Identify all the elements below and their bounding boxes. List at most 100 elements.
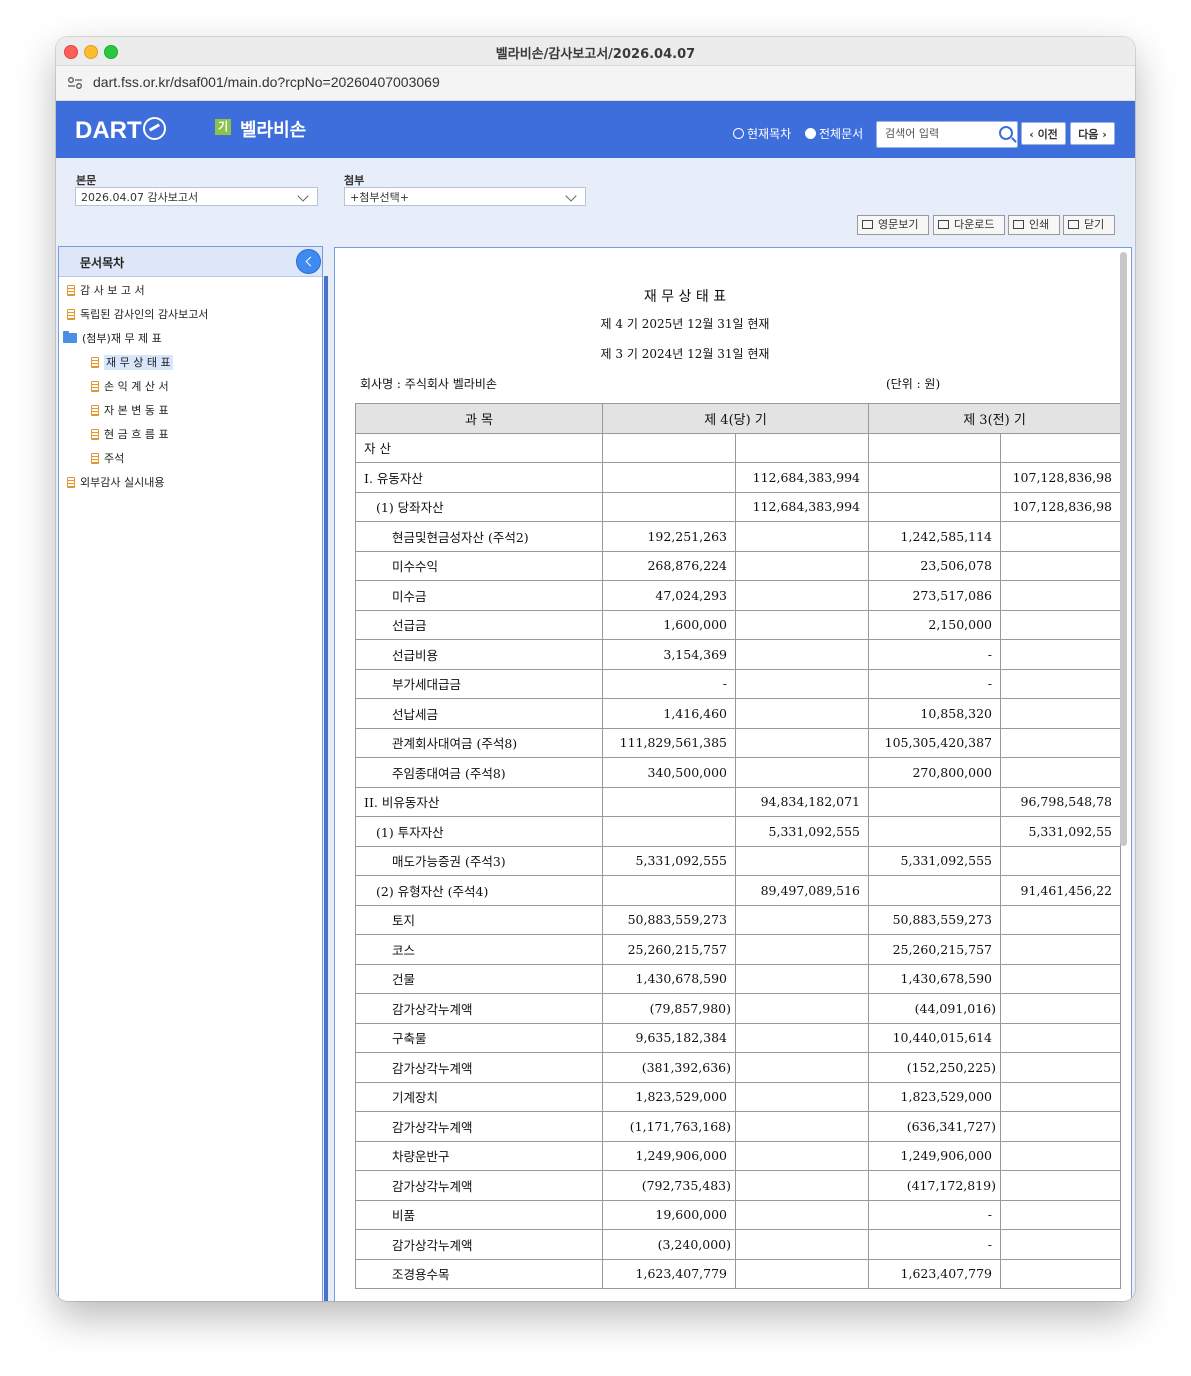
toc-item-cash-flow[interactable]: 현 금 흐 름 표	[91, 426, 169, 442]
report-period-prior: 제 3 기 2024년 12월 31일 현재	[600, 347, 770, 361]
download-label: 다운로드	[954, 218, 995, 231]
amount-cell	[602, 786, 736, 817]
table-row: 자 산	[355, 432, 1121, 463]
search-icon[interactable]	[999, 126, 1013, 140]
next-button[interactable]: 다음 ›	[1070, 122, 1115, 145]
amount-cell	[1000, 1199, 1121, 1230]
chevron-left-icon: ‹	[1029, 128, 1038, 141]
amount-cell: -	[868, 1199, 1001, 1230]
toc-item-external-audit[interactable]: 외부감사 실시내용	[67, 474, 164, 490]
toc-item-independent-auditor-report[interactable]: 독립된 감사인의 감사보고서	[67, 306, 208, 322]
toc-header: 문서목차	[59, 247, 322, 277]
amount-cell: (417,172,819)	[868, 1170, 1001, 1201]
company-name[interactable]: 벨라비손	[240, 116, 306, 142]
amount-cell	[1000, 757, 1121, 788]
logo-text: DART	[75, 117, 142, 144]
print-icon	[1013, 220, 1024, 229]
address-bar[interactable]: dart.fss.or.kr/dsaf001/main.do?rcpNo=202…	[56, 66, 1135, 101]
amount-cell	[1000, 1022, 1121, 1053]
dart-logo[interactable]: DART	[75, 117, 166, 145]
main-doc-label: 본문	[76, 174, 97, 187]
table-row: 감가상각누계액 (79,857,980) (44,091,016)	[355, 993, 1121, 1024]
amount-cell	[1000, 904, 1121, 935]
amount-cell	[1000, 1111, 1121, 1142]
english-view-button[interactable]: 영문보기	[857, 215, 929, 235]
document-scrollbar[interactable]	[1120, 252, 1127, 846]
prev-button[interactable]: ‹ 이전	[1021, 122, 1066, 145]
amount-cell	[735, 757, 869, 788]
amount-cell	[1000, 727, 1121, 758]
amount-cell	[868, 462, 1001, 493]
document-viewer: 재 무 상 태 표 제 4 기 2025년 12월 31일 현재 제 3 기 2…	[334, 247, 1132, 1301]
amount-cell: 1,823,529,000	[602, 1081, 736, 1112]
toc-item-balance-sheet[interactable]: 재 무 상 태 표	[91, 354, 173, 370]
amount-cell	[1000, 934, 1121, 965]
account-name: II. 비유동자산	[355, 786, 603, 817]
table-row: 선급비용 3,154,369 -	[355, 639, 1121, 670]
amount-cell: 1,430,678,590	[868, 963, 1001, 994]
monitor-icon	[862, 220, 873, 229]
table-row: 조경용수목 1,623,407,779 1,623,407,779	[355, 1258, 1121, 1289]
toc-title: 문서목차	[80, 256, 125, 270]
amount-cell: 25,260,215,757	[602, 934, 736, 965]
toc-item-financial-statements[interactable]: (첨부)재 무 제 표	[63, 330, 162, 346]
toc-item-audit-report[interactable]: 감 사 보 고 서	[67, 282, 145, 298]
collapse-sidebar-button[interactable]	[296, 249, 321, 274]
url-text[interactable]: dart.fss.or.kr/dsaf001/main.do?rcpNo=202…	[93, 74, 440, 90]
amount-cell: 112,684,383,994	[735, 491, 869, 522]
amount-cell	[1000, 845, 1121, 876]
toc-item-label: 주석	[104, 452, 125, 465]
amount-cell	[602, 875, 736, 906]
amount-cell	[1000, 1081, 1121, 1112]
document-icon	[91, 453, 99, 464]
amount-cell: 10,858,320	[868, 698, 1001, 729]
document-icon	[91, 357, 99, 368]
toc-item-notes[interactable]: 주석	[91, 450, 124, 466]
download-button[interactable]: 다운로드	[933, 215, 1005, 235]
table-row: 감가상각누계액 (792,735,483) (417,172,819)	[355, 1170, 1121, 1201]
attach-select[interactable]: +첨부선택+	[344, 187, 586, 206]
account-name: 기계장치	[355, 1081, 603, 1112]
browser-window: 벨라비손/감사보고서/2026.04.07 dart.fss.or.kr/dsa…	[56, 37, 1135, 1301]
amount-cell: 1,623,407,779	[602, 1258, 736, 1289]
radio-all-docs[interactable]: 전체문서	[805, 125, 863, 142]
search-input[interactable]	[885, 127, 993, 140]
attach-label: 첨부	[344, 174, 365, 187]
chevron-right-icon: ›	[1098, 128, 1107, 141]
table-row: 감가상각누계액 (1,171,763,168) (636,341,727)	[355, 1111, 1121, 1142]
toc-item-label: 자 본 변 동 표	[104, 404, 169, 417]
account-name: (1) 당좌자산	[355, 491, 603, 522]
dart-logo-mark-icon	[142, 117, 166, 140]
close-doc-icon	[1068, 220, 1079, 229]
table-row: 현금및현금성자산 (주석2) 192,251,263 1,242,585,114	[355, 521, 1121, 552]
chevron-down-icon	[297, 190, 309, 202]
amount-cell: 268,876,224	[602, 550, 736, 581]
toc-item-income-statement[interactable]: 손 익 계 산 서	[91, 378, 169, 394]
amount-cell	[868, 491, 1001, 522]
site-settings-icon[interactable]	[67, 76, 83, 90]
table-row: 선급금 1,600,000 2,150,000	[355, 609, 1121, 640]
account-name: 건물	[355, 963, 603, 994]
amount-cell	[1000, 1258, 1121, 1289]
main-doc-select[interactable]: 2026.04.07 감사보고서	[75, 187, 318, 206]
table-row: 미수수익 268,876,224 23,506,078	[355, 550, 1121, 581]
sidebar-resize-handle[interactable]	[324, 276, 328, 1301]
radio-current-toc[interactable]: 현재목차	[733, 125, 791, 142]
amount-cell: 1,823,529,000	[868, 1081, 1001, 1112]
account-name: (1) 투자자산	[355, 816, 603, 847]
table-row: 코스 25,260,215,757 25,260,215,757	[355, 934, 1121, 965]
amount-cell	[602, 432, 736, 463]
account-name: 현금및현금성자산 (주석2)	[355, 521, 603, 552]
account-name: 선급금	[355, 609, 603, 640]
amount-cell: (636,341,727)	[868, 1111, 1001, 1142]
print-button[interactable]: 인쇄	[1008, 215, 1060, 235]
amount-cell	[735, 963, 869, 994]
toc-item-equity-statement[interactable]: 자 본 변 동 표	[91, 402, 169, 418]
table-row: 구축물 9,635,182,384 10,440,015,614	[355, 1022, 1121, 1053]
close-button[interactable]: 닫기	[1063, 215, 1115, 235]
amount-cell: (381,392,636)	[602, 1052, 736, 1083]
account-name: 주임종대여금 (주석8)	[355, 757, 603, 788]
amount-cell	[735, 580, 869, 611]
account-name: 토지	[355, 904, 603, 935]
amount-cell: 270,800,000	[868, 757, 1001, 788]
